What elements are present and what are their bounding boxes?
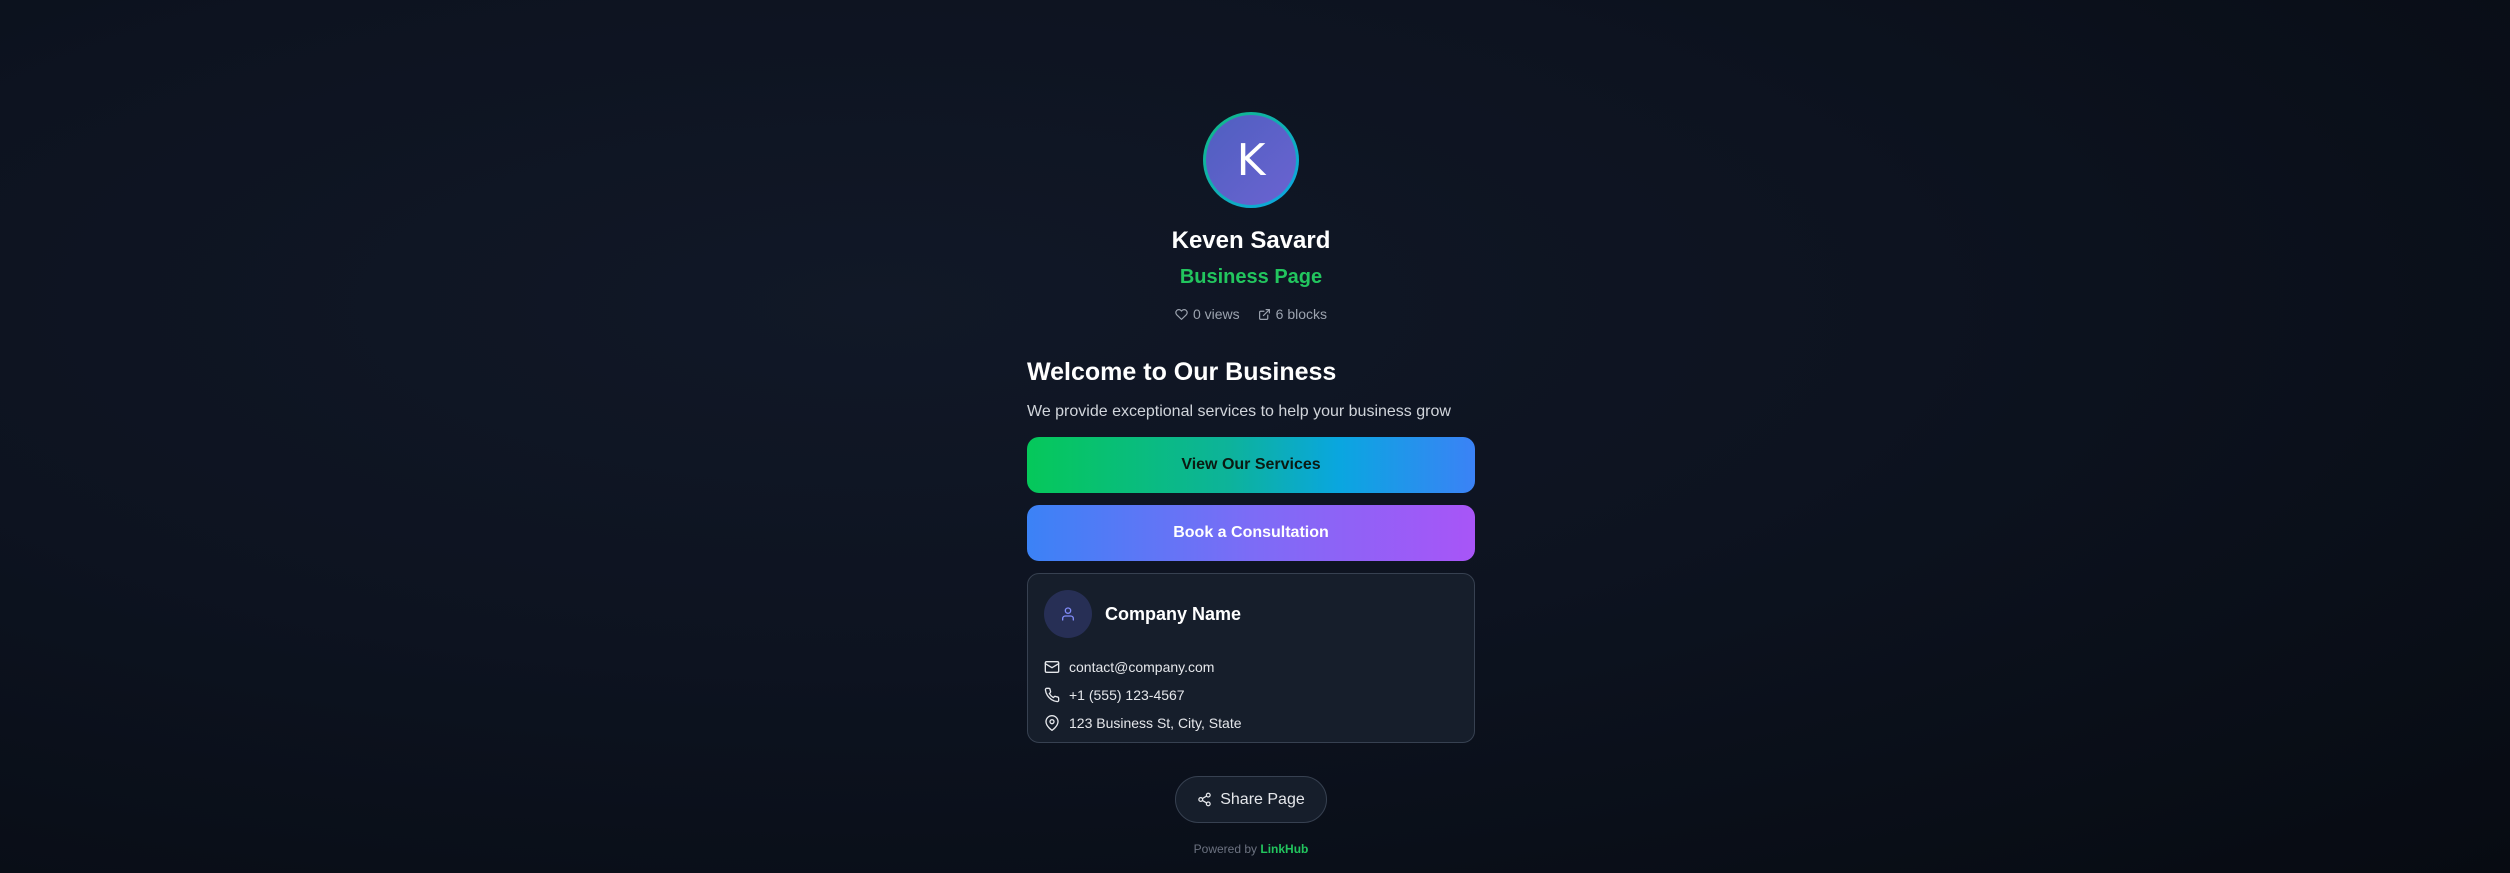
contact-address: 123 Business St, City, State [1069,715,1242,731]
footer-prefix: Powered by [1193,842,1258,856]
blocks-count: 6 blocks [1275,306,1328,322]
book-consultation-button[interactable]: Book a Consultation [1027,505,1475,561]
contact-header: Company Name [1044,590,1241,638]
phone-icon [1044,687,1060,703]
external-link-icon [1258,308,1270,320]
company-name: Company Name [1105,603,1242,624]
contact-address-row[interactable]: 123 Business St, City, State [1044,715,1242,731]
footer-brand-link[interactable]: LinkHub [1260,842,1308,856]
share-page-label: Share Page [1220,790,1305,808]
contact-phone-row[interactable]: +1 (555) 123-4567 [1044,687,1185,703]
footer: Powered by LinkHub [0,842,2502,856]
view-services-label: View Our Services [1181,456,1321,473]
views-stat: 0 views [1175,306,1240,322]
views-count: 0 views [1192,306,1240,322]
mail-icon [1044,661,1060,673]
map-pin-icon [1045,715,1059,731]
profile-stats: 0 views 6 blocks [0,306,2502,322]
heart-icon [1175,308,1188,320]
contact-avatar [1044,590,1092,638]
profile-avatar: K [1203,112,1299,208]
profile-subtitle: Business Page [1179,266,1323,288]
contact-email: contact@company.com [1069,659,1215,675]
book-consultation-label: Book a Consultation [1173,524,1329,541]
share-icon [1198,792,1211,807]
welcome-heading: Welcome to Our Business [1027,358,1337,386]
bio-page: K Keven Savard Business Page 0 views 6 b… [0,0,2510,873]
share-page-button[interactable]: Share Page [1175,776,1327,823]
avatar-initial: K [1206,115,1296,205]
contact-email-row[interactable]: contact@company.com [1044,659,1214,675]
blocks-stat: 6 blocks [1258,306,1327,322]
user-icon [1062,607,1074,621]
view-services-button[interactable]: View Our Services [1027,437,1475,493]
profile-name: Keven Savard [1171,227,1331,254]
welcome-text: We provide exceptional services to help … [1027,403,1451,420]
contact-phone: +1 (555) 123-4567 [1069,687,1185,703]
contact-card: Company Name contact@company.com +1 (555… [1027,573,1475,743]
